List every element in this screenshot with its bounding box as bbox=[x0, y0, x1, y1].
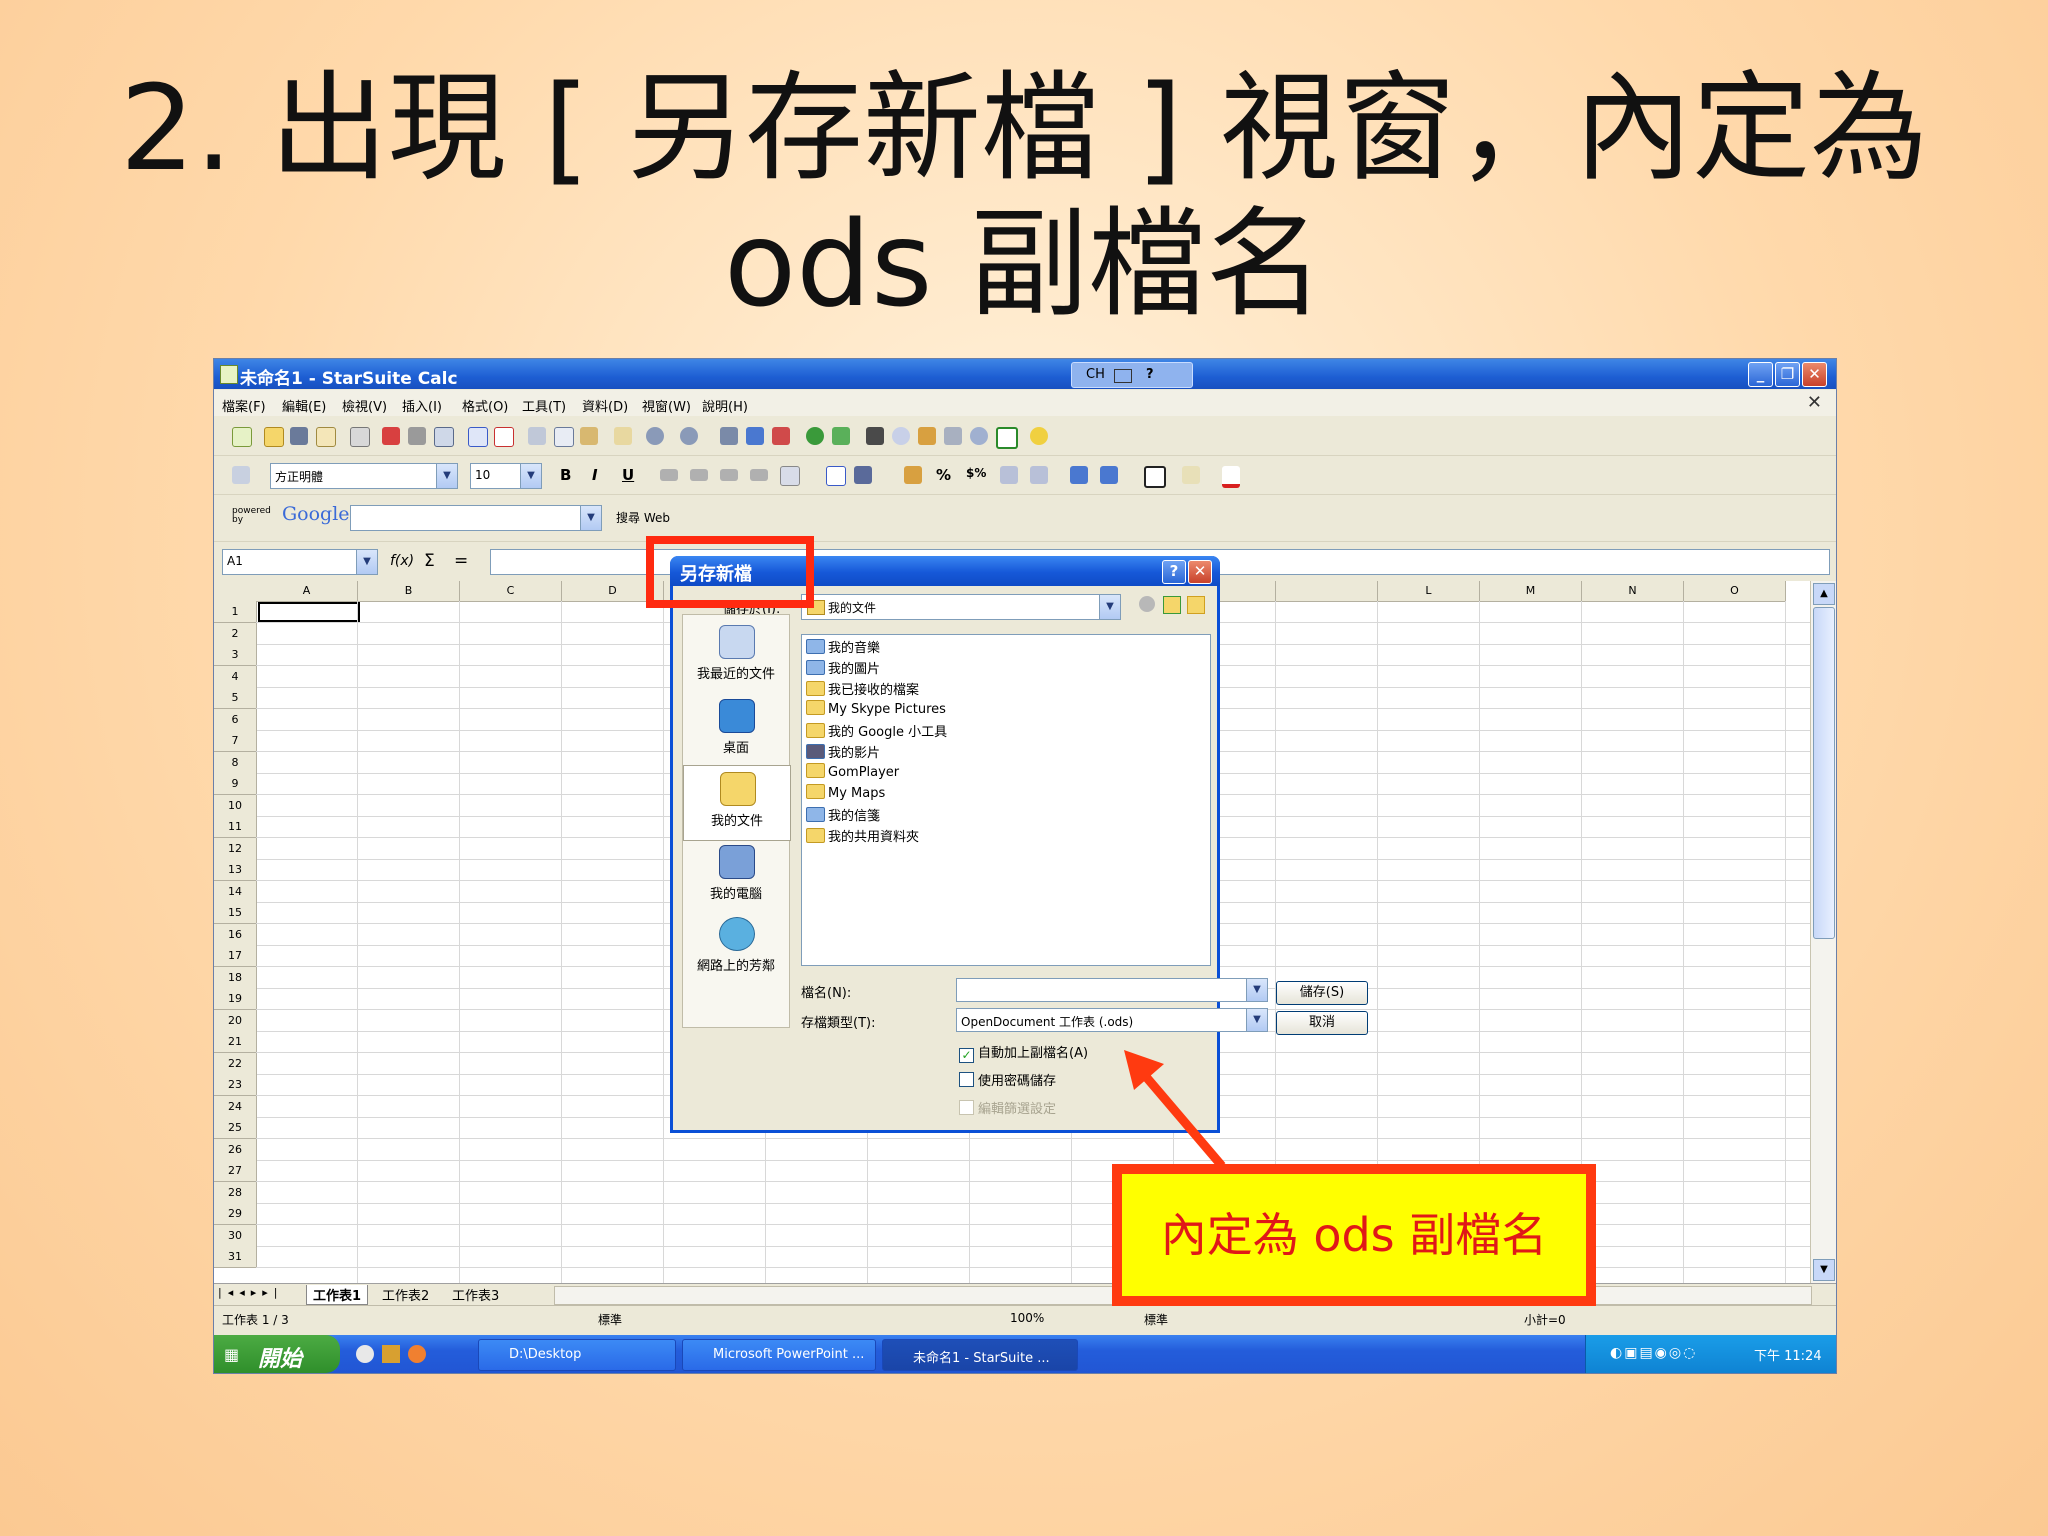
callout-arrow bbox=[1124, 1050, 1226, 1169]
arrow-shaft bbox=[1138, 1069, 1226, 1169]
callout-box: 內定為 ods 副檔名 bbox=[1112, 1164, 1596, 1306]
